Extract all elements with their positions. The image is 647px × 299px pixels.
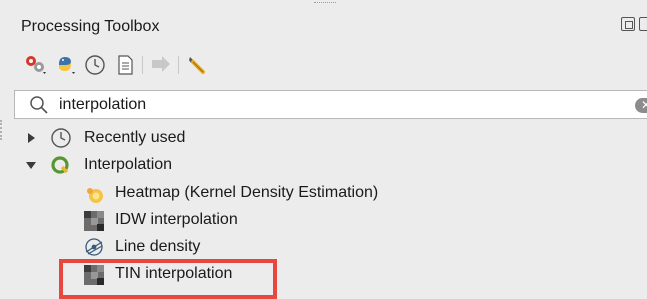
expand-arrow-icon[interactable] <box>28 133 35 143</box>
dock-drag-handle[interactable] <box>314 2 336 6</box>
tree-label-idw: IDW interpolation <box>115 211 238 228</box>
search-input[interactable] <box>59 95 579 115</box>
models-icon[interactable] <box>22 52 48 78</box>
tree-label-interpolation: Interpolation <box>84 156 173 173</box>
tree-label-line-density: Line density <box>115 238 201 255</box>
tree-group-recent[interactable]: Recently used <box>0 125 647 151</box>
qgis-logo-icon <box>51 156 69 174</box>
heatmap-icon <box>87 188 103 203</box>
options-icon[interactable] <box>184 52 210 78</box>
edit-features-icon[interactable] <box>148 52 174 78</box>
search-icon <box>30 96 48 114</box>
results-viewer-icon[interactable] <box>112 52 138 78</box>
history-icon[interactable] <box>82 52 108 78</box>
line-density-icon <box>85 238 103 256</box>
tree-label-recent: Recently used <box>84 129 186 146</box>
highlight-box <box>59 259 277 299</box>
raster-interpolation-icon <box>84 211 104 231</box>
clear-search-icon[interactable]: ✕ <box>635 98 647 113</box>
search-box[interactable]: ✕ <box>14 90 647 119</box>
clock-icon <box>51 128 71 148</box>
tree-item-idw[interactable]: IDW interpolation <box>0 207 647 233</box>
close-panel-button[interactable] <box>639 17 647 31</box>
tree-group-interpolation[interactable]: Interpolation <box>0 152 647 178</box>
panel-title: Processing Toolbox <box>21 18 160 35</box>
float-panel-button[interactable] <box>621 17 635 31</box>
tree-item-heatmap[interactable]: Heatmap (Kernel Density Estimation) <box>0 180 647 206</box>
collapse-arrow-icon[interactable] <box>26 162 36 169</box>
tree-label-heatmap: Heatmap (Kernel Density Estimation) <box>115 184 379 201</box>
tree-item-line-density[interactable]: Line density <box>0 234 647 260</box>
python-script-icon[interactable] <box>52 52 78 78</box>
